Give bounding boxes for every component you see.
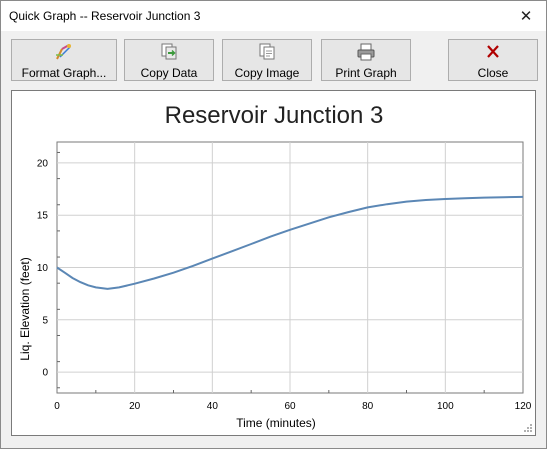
window-close-icon[interactable]: ✕ xyxy=(506,1,546,31)
printer-icon xyxy=(356,43,376,61)
print-graph-label: Print Graph xyxy=(335,66,397,80)
y-tick-label: 0 xyxy=(42,368,48,379)
line-chart: Reservoir Junction 3 0 20 40 60 80 100 120 0 5 10… xyxy=(18,102,532,430)
y-tick-label: 10 xyxy=(37,263,49,274)
copy-image-icon xyxy=(257,43,277,61)
x-tick-label: 20 xyxy=(129,401,141,412)
copy-data-label: Copy Data xyxy=(140,66,198,80)
x-axis-label: Time (minutes) xyxy=(236,416,316,430)
close-label: Close xyxy=(477,66,509,80)
close-icon xyxy=(483,43,503,61)
resize-grip-icon[interactable] xyxy=(523,423,533,433)
x-tick-label: 0 xyxy=(54,401,60,412)
window-title: Quick Graph -- Reservoir Junction 3 xyxy=(9,9,201,23)
x-tick-label: 100 xyxy=(437,401,454,412)
format-graph-label: Format Graph... xyxy=(21,66,107,80)
graph-frame: Reservoir Junction 3 0 20 40 60 80 100 120 0 5 10… xyxy=(11,90,536,436)
chart-title: Reservoir Junction 3 xyxy=(165,102,384,129)
x-tick-label: 40 xyxy=(207,401,219,412)
quick-graph-window: Quick Graph -- Reservoir Junction 3 ✕ Fo… xyxy=(0,0,547,449)
y-axis-label: Liq. Elevation (feet) xyxy=(18,257,32,360)
x-tick-label: 80 xyxy=(362,401,374,412)
x-tick-label: 60 xyxy=(284,401,296,412)
copy-data-icon xyxy=(159,43,179,61)
y-tick-label: 15 xyxy=(37,211,49,222)
format-graph-button[interactable]: Format Graph... xyxy=(11,39,117,81)
copy-image-label: Copy Image xyxy=(234,66,300,80)
y-tick-label: 5 xyxy=(42,315,48,326)
print-graph-button[interactable]: Print Graph xyxy=(321,39,411,81)
close-button[interactable]: Close xyxy=(448,39,538,81)
title-bar: Quick Graph -- Reservoir Junction 3 ✕ xyxy=(1,1,546,31)
format-graph-icon xyxy=(54,43,74,61)
copy-data-button[interactable]: Copy Data xyxy=(124,39,214,81)
copy-image-button[interactable]: Copy Image xyxy=(222,39,312,81)
y-tick-label: 20 xyxy=(37,158,49,169)
x-tick-label: 120 xyxy=(515,401,532,412)
